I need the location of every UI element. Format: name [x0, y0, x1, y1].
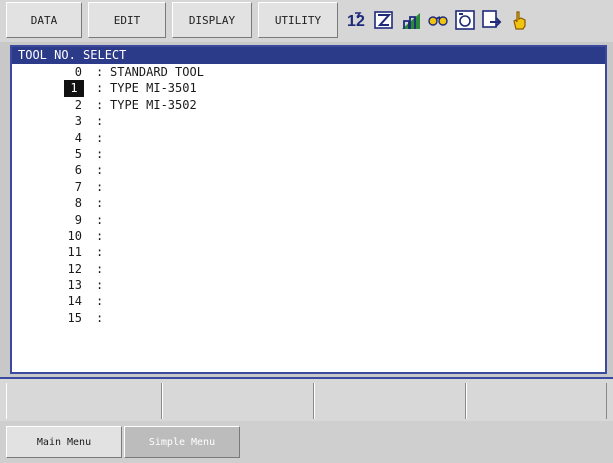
- tool-row[interactable]: 6:: [12, 162, 605, 178]
- tool-row[interactable]: 11:: [12, 244, 605, 260]
- tool-number: 15: [67, 310, 82, 325]
- tool-number: 4: [74, 130, 82, 145]
- tool-number: 8: [74, 196, 82, 211]
- tool-number: 9: [74, 212, 82, 227]
- tool-name: STANDARD TOOL: [110, 65, 204, 79]
- tool-select-panel: TOOL NO. SELECT 0: STANDARD TOOL 1: TYPE MI…: [10, 45, 607, 374]
- utility-menu-button[interactable]: UTILITY: [258, 2, 338, 38]
- bottom-menu-bar: Main Menu Simple Menu: [0, 421, 613, 463]
- panel-title: TOOL NO. SELECT: [12, 47, 605, 64]
- tool-number: 13: [67, 278, 82, 293]
- arrow-icon[interactable]: [481, 9, 503, 31]
- tool-separator: :: [96, 179, 104, 194]
- tool-number: 7: [74, 179, 82, 194]
- status-icons: 1 2: [346, 4, 530, 36]
- tool-separator: :: [96, 81, 104, 96]
- chart-icon[interactable]: [400, 9, 422, 31]
- robot-icon[interactable]: [427, 9, 449, 31]
- tool-row[interactable]: 12:: [12, 261, 605, 277]
- tool-separator: :: [96, 65, 104, 79]
- tool-number: 5: [74, 146, 82, 161]
- tool-separator: :: [96, 130, 104, 145]
- tool-separator: :: [96, 294, 104, 309]
- tool-row[interactable]: 3:: [12, 113, 605, 129]
- tool-row[interactable]: 7:: [12, 179, 605, 195]
- tool-separator: :: [96, 97, 104, 112]
- tool-separator: :: [96, 228, 104, 243]
- tool-row[interactable]: 0: STANDARD TOOL: [12, 64, 605, 80]
- tool-number: 10: [67, 228, 82, 243]
- edit-menu-button[interactable]: EDIT: [88, 2, 166, 38]
- tool-number: 6: [74, 163, 82, 178]
- function-key-1[interactable]: [6, 383, 162, 419]
- tool-separator: :: [96, 196, 104, 211]
- function-key-2[interactable]: [162, 383, 314, 419]
- tool-number: 11: [67, 245, 82, 260]
- tool-row[interactable]: 4:: [12, 130, 605, 146]
- data-menu-button[interactable]: DATA: [6, 2, 82, 38]
- tool-row[interactable]: 9:: [12, 212, 605, 228]
- tool-separator: :: [96, 146, 104, 161]
- tool-row[interactable]: 10:: [12, 228, 605, 244]
- simple-menu-button[interactable]: Simple Menu: [124, 426, 240, 458]
- tool-separator: :: [96, 310, 104, 325]
- tool-row[interactable]: 15:: [12, 310, 605, 326]
- main-menu-button[interactable]: Main Menu: [6, 426, 122, 458]
- tool-separator: :: [96, 212, 104, 227]
- menu-bar: DATA EDIT DISPLAY UTILITY 1 2: [0, 0, 613, 42]
- tool-number: 0: [74, 65, 82, 79]
- function-key-3[interactable]: [314, 383, 466, 419]
- one-two-icon[interactable]: 1 2: [346, 9, 368, 31]
- function-key-bar: [0, 377, 613, 421]
- tool-list: 0: STANDARD TOOL 1: TYPE MI-3501 2: TYPE MI-3…: [12, 64, 605, 326]
- tool-row[interactable]: 8:: [12, 195, 605, 211]
- tool-row[interactable]: 2: TYPE MI-3502: [12, 97, 605, 113]
- tool-name: TYPE MI-3502: [110, 97, 197, 112]
- function-key-4[interactable]: [466, 383, 607, 419]
- tool-row[interactable]: 1: TYPE MI-3501: [12, 80, 605, 97]
- tool-row[interactable]: 5:: [12, 146, 605, 162]
- display-menu-button[interactable]: DISPLAY: [172, 2, 252, 38]
- tool-number-selected: 1: [64, 80, 84, 97]
- svg-text:1: 1: [347, 13, 356, 30]
- tool-row[interactable]: 14:: [12, 293, 605, 309]
- tool-separator: :: [96, 261, 104, 276]
- tool-number: 12: [67, 261, 82, 276]
- tool-number: 3: [74, 114, 82, 129]
- tool-number: 14: [67, 294, 82, 309]
- tool-separator: :: [96, 245, 104, 260]
- tool-name: TYPE MI-3501: [110, 81, 197, 96]
- teach-mode-icon[interactable]: [454, 9, 476, 31]
- tool-separator: :: [96, 278, 104, 293]
- tool-number: 2: [74, 97, 82, 112]
- tool-row[interactable]: 13:: [12, 277, 605, 293]
- tool-separator: :: [96, 114, 104, 129]
- hand-pointer-icon[interactable]: [508, 9, 530, 31]
- edit-mode-icon[interactable]: [373, 9, 395, 31]
- tool-separator: :: [96, 163, 104, 178]
